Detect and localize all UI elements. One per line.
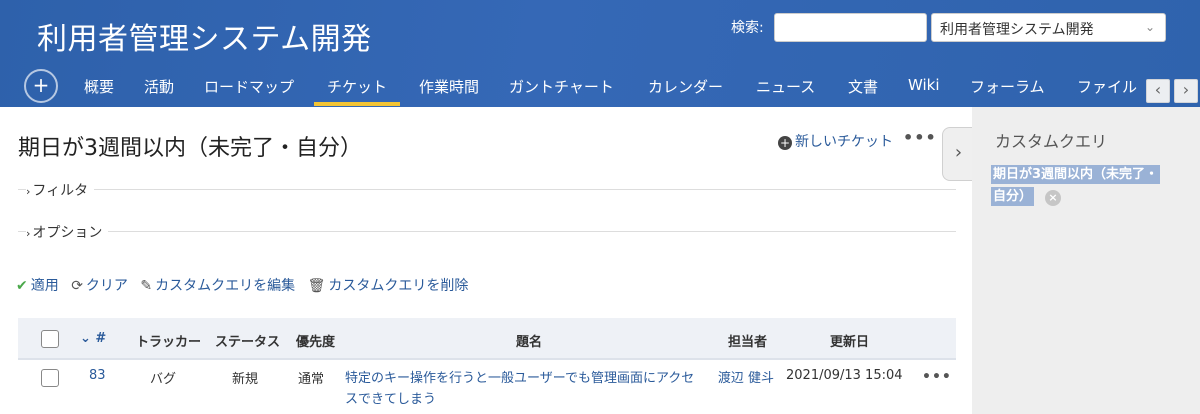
clear-button[interactable]: ⟳ クリア: [71, 275, 128, 295]
tab-news[interactable]: ニュース: [756, 76, 815, 97]
check-icon: ✔: [16, 278, 28, 294]
header: 利用者管理システム開発 検索: 利用者管理システム開発 ⌄ + 概要 活動 ロー…: [0, 0, 1200, 107]
clear-label: クリア: [85, 278, 128, 294]
filter-fieldset: › フィルタ: [18, 180, 956, 200]
filter-label: フィルタ: [32, 183, 89, 199]
tab-gantt[interactable]: ガントチャート: [509, 76, 614, 97]
new-issue-link[interactable]: + 新しいチケット: [778, 131, 893, 151]
column-subject[interactable]: 題名: [516, 331, 542, 350]
tab-roadmap[interactable]: ロードマップ: [204, 76, 294, 97]
issue-subject-link[interactable]: 特定のキー操作を行うと一般ユーザーでも管理画面にアクセスできてしまう: [345, 368, 695, 410]
issue-tracker: バグ: [150, 372, 177, 387]
options-toggle[interactable]: › オプション: [26, 222, 109, 242]
chevron-down-icon: ⌄: [1144, 20, 1155, 34]
chevron-left-icon[interactable]: ‹: [1146, 79, 1170, 103]
issues-table-header: ⌄ # トラッカー ステータス 優先度 題名 担当者 更新日: [18, 318, 956, 360]
options-fieldset: › オプション: [18, 222, 956, 242]
row-checkbox[interactable]: [41, 369, 59, 387]
page-title: 期日が3週間以内（未完了・自分）: [18, 136, 362, 161]
tab-issues[interactable]: チケット: [313, 76, 401, 106]
edit-query-button[interactable]: ✎ カスタムクエリを編集: [140, 275, 295, 295]
row-more-icon[interactable]: •••: [922, 369, 952, 385]
chevron-right-icon: ›: [26, 227, 31, 240]
column-updated[interactable]: 更新日: [830, 331, 869, 350]
tab-activity[interactable]: 活動: [144, 76, 174, 97]
issue-id-link[interactable]: 83: [89, 368, 106, 383]
tab-forums[interactable]: フォーラム: [970, 76, 1045, 97]
project-select[interactable]: 利用者管理システム開発 ⌄: [931, 13, 1166, 42]
column-assignee[interactable]: 担当者: [728, 331, 767, 350]
new-issue-label: 新しいチケット: [795, 134, 893, 150]
tab-wiki[interactable]: Wiki: [908, 76, 940, 94]
tab-time-entries[interactable]: 作業時間: [419, 76, 479, 97]
sidebar-title: カスタムクエリ: [995, 132, 1108, 151]
tab-documents[interactable]: 文書: [848, 76, 878, 97]
select-all-checkbox[interactable]: [41, 330, 59, 348]
project-title[interactable]: 利用者管理システム開発: [37, 14, 372, 58]
query-actions: ✔ 適用 ⟳ クリア ✎ カスタムクエリを編集 🗑 カスタムクエリを削除: [16, 275, 476, 295]
close-icon[interactable]: ×: [1045, 190, 1061, 206]
issue-priority: 通常: [298, 372, 325, 387]
apply-label: 適用: [30, 278, 59, 294]
sort-down-icon: ⌄: [80, 331, 96, 346]
search-input[interactable]: [774, 13, 927, 42]
custom-query-label: 期日が3週間以内（未完了・自分）: [991, 165, 1161, 206]
sidebar: カスタムクエリ 期日が3週間以内（未完了・自分）: [972, 107, 1200, 414]
delete-query-label: カスタムクエリを削除: [328, 278, 469, 294]
project-select-value: 利用者管理システム開発: [940, 22, 1094, 38]
issue-updated: 2021/09/13 15:04: [786, 368, 903, 383]
more-actions-icon[interactable]: •••: [903, 128, 937, 147]
divider: [18, 189, 956, 190]
column-status[interactable]: ステータス: [215, 331, 280, 350]
delete-query-button[interactable]: 🗑 カスタムクエリを削除: [308, 275, 469, 295]
column-id-label: #: [95, 331, 107, 346]
reload-icon: ⟳: [71, 278, 83, 294]
divider: [18, 231, 956, 232]
add-button[interactable]: +: [24, 69, 58, 103]
custom-query-item[interactable]: 期日が3週間以内（未完了・自分）: [991, 164, 1169, 208]
issue-assignee-link[interactable]: 渡辺 健斗: [716, 368, 776, 389]
edit-query-label: カスタムクエリを編集: [155, 278, 296, 294]
chevron-right-icon[interactable]: ›: [1174, 79, 1198, 103]
tab-files[interactable]: ファイル: [1077, 76, 1137, 97]
column-priority[interactable]: 優先度: [296, 331, 335, 350]
trash-icon: 🗑: [307, 278, 326, 294]
pencil-icon: ✎: [140, 278, 153, 294]
options-label: オプション: [32, 225, 103, 241]
tab-overview[interactable]: 概要: [84, 76, 114, 97]
chevron-right-icon: ›: [26, 185, 31, 198]
sidebar-toggle-button[interactable]: ›: [942, 127, 974, 181]
apply-button[interactable]: ✔ 適用: [16, 275, 59, 295]
column-tracker[interactable]: トラッカー: [136, 331, 201, 350]
filter-toggle[interactable]: › フィルタ: [26, 180, 95, 200]
search-label: 検索:: [731, 20, 764, 36]
column-id[interactable]: ⌄ #: [80, 331, 106, 346]
issue-status: 新規: [232, 372, 259, 387]
tab-calendar[interactable]: カレンダー: [648, 76, 723, 97]
plus-circle-icon: +: [778, 136, 792, 150]
